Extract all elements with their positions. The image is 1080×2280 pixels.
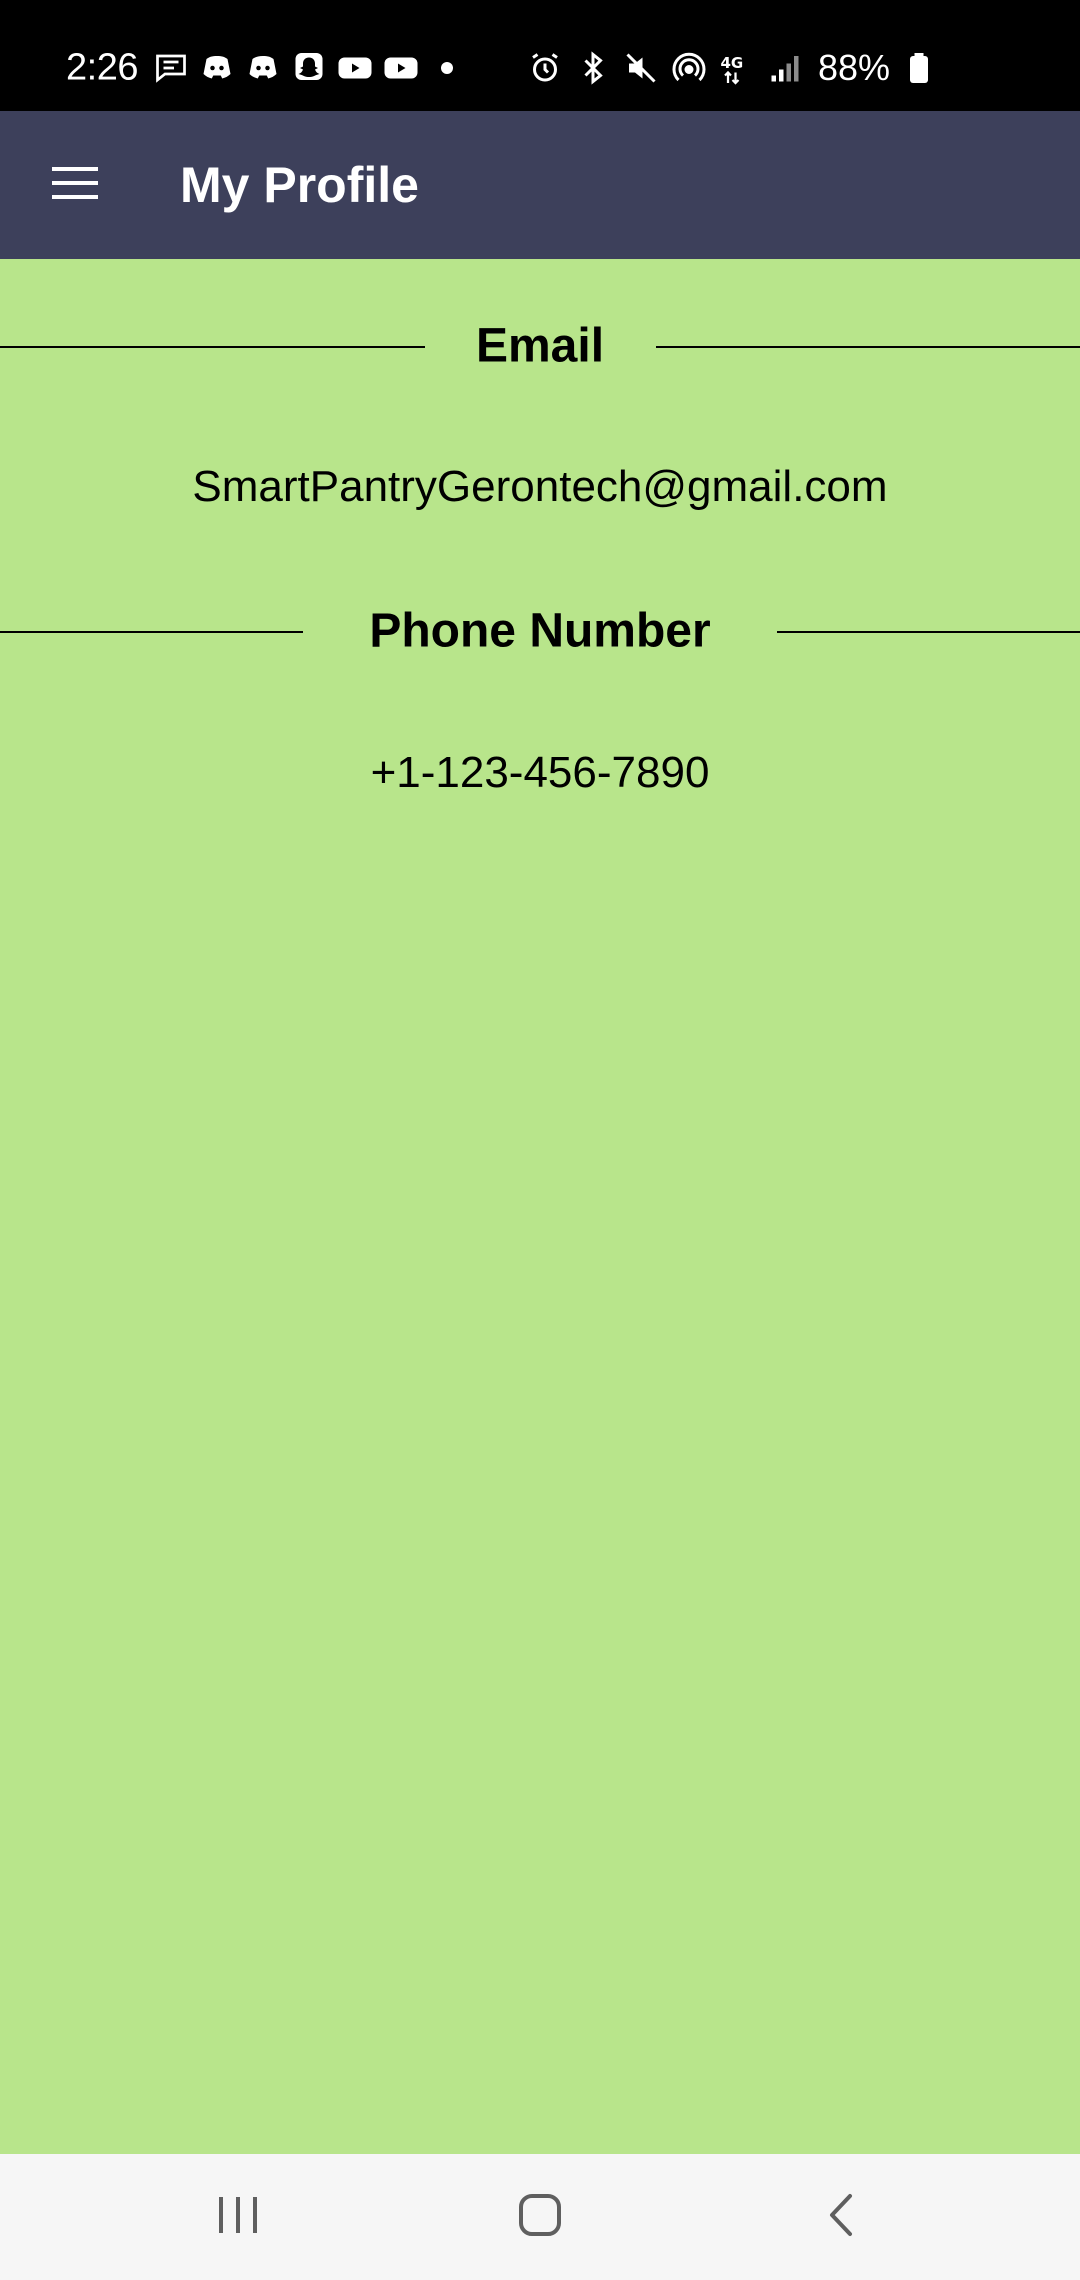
recent-apps-icon: [215, 2194, 261, 2241]
system-icons: 4G 88%: [526, 47, 938, 89]
recent-apps-button[interactable]: [193, 2172, 283, 2262]
discord-icon: [244, 49, 282, 87]
mute-icon: [622, 49, 660, 87]
navigation-bar: [0, 2154, 1080, 2280]
chat-icon: [152, 49, 190, 87]
alarm-icon: [526, 49, 564, 87]
home-icon: [517, 2192, 563, 2243]
email-value: SmartPantryGerontech@gmail.com: [192, 462, 888, 511]
menu-button[interactable]: [36, 145, 116, 225]
battery-icon: [900, 49, 938, 87]
battery-percent: 88%: [818, 47, 891, 88]
svg-text:4G: 4G: [721, 54, 744, 72]
back-button[interactable]: [797, 2172, 887, 2262]
notification-icons: [152, 49, 466, 87]
app-bar: My Profile: [0, 111, 1080, 259]
status-bar: 2:26 4G 88%: [0, 0, 1080, 111]
status-time: 2:26: [66, 46, 138, 89]
email-section-header: Email: [0, 316, 1080, 376]
email-header: Email: [475, 319, 605, 373]
hotspot-icon: [670, 49, 708, 87]
signal-icon: [766, 49, 804, 87]
phone-header: Phone Number: [369, 604, 711, 658]
home-button[interactable]: [495, 2172, 585, 2262]
youtube-icon: [336, 49, 374, 87]
discord-icon: [198, 49, 236, 87]
page-title: My Profile: [180, 157, 419, 213]
snapchat-icon: [290, 49, 328, 87]
phone-section-header: Phone Number: [0, 601, 1080, 661]
phone-value: +1-123-456-7890: [370, 748, 710, 797]
back-icon: [824, 2192, 860, 2243]
4g-lte-icon: 4G: [718, 49, 756, 87]
bluetooth-icon: [574, 49, 612, 87]
hamburger-menu-icon: [50, 163, 102, 208]
dot-icon: [428, 49, 466, 87]
youtube-icon: [382, 49, 420, 87]
